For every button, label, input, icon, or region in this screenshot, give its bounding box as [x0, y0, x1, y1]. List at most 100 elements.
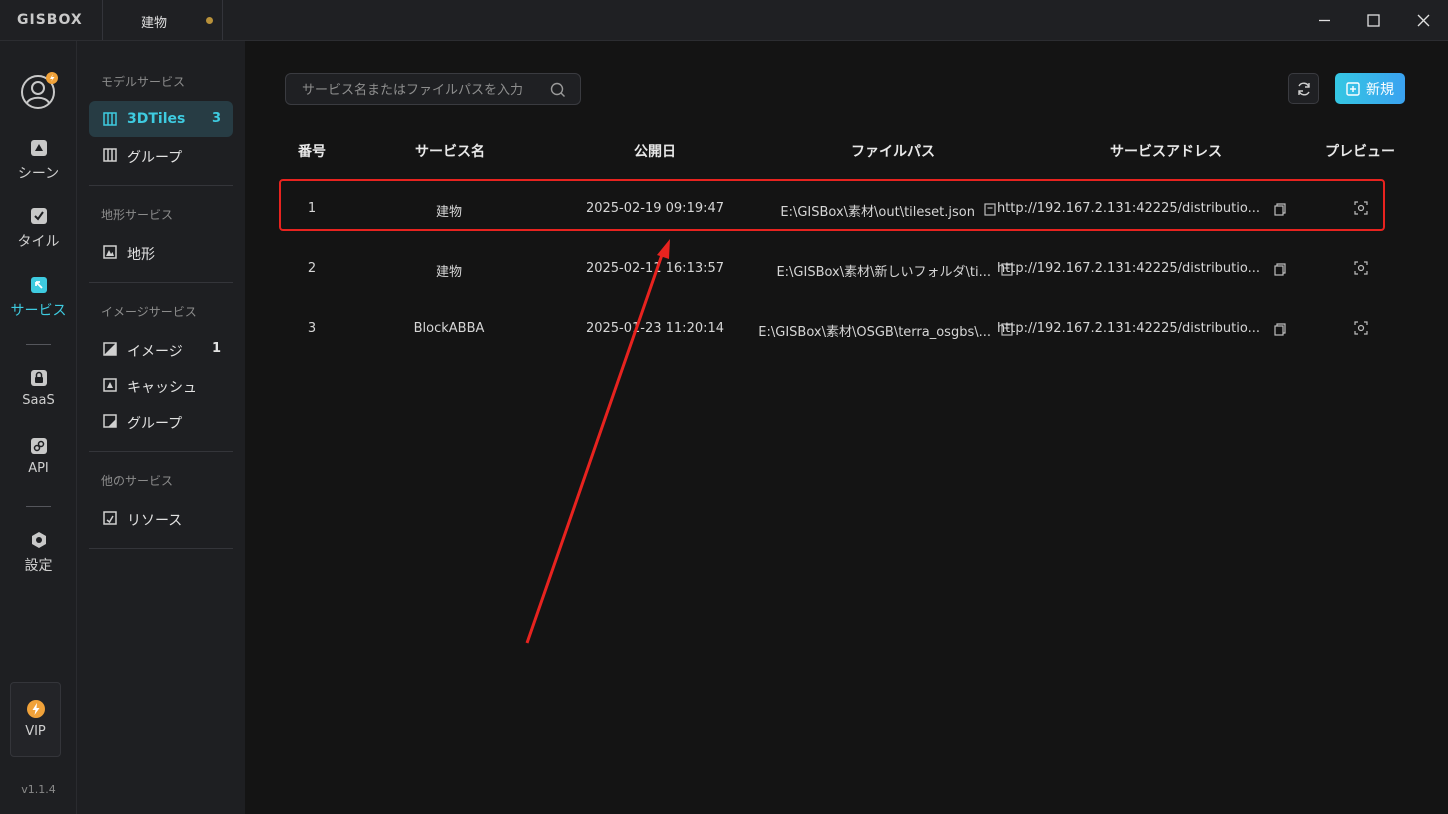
sidebar-item-model-group[interactable]: グループ [89, 137, 233, 173]
refresh-icon [1297, 82, 1310, 95]
maximize-icon [1366, 13, 1380, 27]
copy-address-icon[interactable] [1274, 323, 1286, 336]
image-icon [103, 342, 117, 356]
minimize-icon [1318, 19, 1330, 21]
user-icon [21, 72, 58, 109]
3dtiles-icon [103, 112, 117, 126]
row-service-name: BlockABBA [413, 321, 485, 336]
vip-label: VIP [25, 724, 46, 739]
column-header-file-path: ファイルパス [851, 144, 935, 160]
main-panel: 新規 番号 サービス名 公開日 ファイルパス サービスアドレス プレビュー 1 … [245, 41, 1448, 814]
row-file-path: E:\GISBox\素材\OSGB\terra_osgbs\... [758, 325, 991, 340]
copy-address-icon[interactable] [1274, 203, 1286, 216]
sidebar-item-image-group[interactable]: グループ [89, 403, 233, 439]
settings-icon [31, 532, 46, 548]
sidebar-item-3dtiles[interactable]: 3DTiles 3 [89, 101, 233, 137]
add-icon [1346, 81, 1360, 96]
sidebar-item-label: イメージ [127, 344, 183, 360]
rail-item-settings[interactable]: 設定 [0, 531, 77, 591]
sidebar-divider [89, 548, 233, 549]
tile-icon [30, 208, 47, 224]
copy-address-icon[interactable] [1274, 263, 1286, 276]
sidebar-item-image[interactable]: イメージ 1 [89, 331, 233, 367]
preview-icon[interactable] [1354, 321, 1368, 335]
section-title-other: 他のサービス [101, 474, 174, 488]
row-file-path: E:\GISBox\素材\新しいフォルダ\ti... [776, 265, 991, 280]
rail-item-label: シーン [17, 166, 60, 182]
rail-item-label: 設定 [24, 558, 53, 574]
column-header-number: 番号 [298, 144, 326, 160]
document-tab-label: 建物 [141, 16, 168, 31]
item-count-badge: 3 [211, 111, 221, 126]
section-title-image: イメージサービス [101, 305, 197, 319]
search-icon[interactable] [550, 82, 566, 98]
section-title-model: モデルサービス [101, 75, 186, 89]
row-service-address: http://192.167.2.131:42225/distributio..… [996, 261, 1260, 276]
close-button[interactable] [1408, 6, 1438, 34]
rail-item-tile[interactable]: タイル [0, 207, 77, 267]
search-box [285, 73, 581, 105]
rail-item-api[interactable]: API [0, 437, 77, 497]
table-row[interactable]: 3 BlockABBA 2025-01-23 11:20:14 E:\GISBo… [281, 305, 1381, 353]
column-header-service-address: サービスアドレス [1110, 144, 1222, 160]
sidebar-item-label: グループ [127, 150, 183, 166]
sidebar-item-label: 3DTiles [127, 111, 186, 127]
refresh-button[interactable] [1288, 73, 1319, 104]
icon-rail: シーン タイル サービス SaaS API 設定 VIP v1.1.4 [0, 41, 77, 814]
sidebar-divider [89, 282, 233, 283]
preview-icon[interactable] [1354, 201, 1368, 215]
document-tab[interactable]: 建物 [103, 0, 223, 40]
sidebar-divider [89, 451, 233, 452]
rail-item-saas[interactable]: SaaS [0, 369, 77, 429]
row-number: 1 [307, 201, 317, 216]
title-bar: GISBOX 建物 [0, 0, 1448, 41]
sidebar-divider [89, 185, 233, 186]
section-title-terrain: 地形サービス [101, 208, 174, 222]
rail-divider [26, 506, 51, 507]
scene-icon [30, 140, 47, 156]
cache-icon [103, 378, 117, 392]
row-file-path: E:\GISBox\素材\out\tileset.json [780, 205, 975, 220]
row-service-name: 建物 [435, 205, 463, 220]
user-avatar[interactable] [19, 71, 59, 111]
rail-item-scene[interactable]: シーン [0, 139, 77, 199]
app-logo: GISBOX [17, 12, 83, 28]
copy-path-icon[interactable] [984, 203, 996, 216]
row-service-address: http://192.167.2.131:42225/distributio..… [996, 321, 1260, 336]
api-icon [30, 438, 47, 454]
sidebar-item-resource[interactable]: リソース [89, 500, 233, 536]
unsaved-dot-icon [206, 17, 213, 24]
rail-item-label: タイル [17, 234, 60, 250]
service-sidebar: モデルサービス 3DTiles 3 グループ 地形サービス 地形 イメージサービ… [77, 41, 245, 814]
sidebar-item-terrain[interactable]: 地形 [89, 234, 233, 270]
row-publish-date: 2025-01-23 11:20:14 [585, 321, 725, 336]
table-row[interactable]: 2 建物 2025-02-11 16:13:57 E:\GISBox\素材\新し… [281, 245, 1381, 293]
sidebar-item-label: キャッシュ [127, 380, 197, 396]
close-icon [1417, 14, 1429, 26]
rail-item-label: API [28, 461, 49, 476]
search-input[interactable] [302, 80, 542, 100]
maximize-button[interactable] [1358, 6, 1388, 34]
row-publish-date: 2025-02-11 16:13:57 [585, 261, 725, 276]
preview-icon[interactable] [1354, 261, 1368, 275]
row-publish-date: 2025-02-19 09:19:47 [585, 201, 725, 216]
table-row[interactable]: 1 建物 2025-02-19 09:19:47 E:\GISBox\素材\ou… [281, 185, 1381, 233]
vip-button[interactable]: VIP [10, 682, 61, 757]
resource-icon [103, 511, 117, 525]
column-header-publish-date: 公開日 [634, 144, 676, 160]
version-label: v1.1.4 [21, 783, 56, 796]
row-number: 3 [307, 321, 317, 336]
minimize-button[interactable] [1309, 6, 1339, 34]
sidebar-item-label: グループ [127, 416, 183, 432]
service-icon [30, 277, 47, 293]
item-count-badge: 1 [211, 341, 221, 356]
row-service-name: 建物 [435, 265, 463, 280]
rail-item-label: SaaS [22, 393, 55, 408]
new-service-button[interactable]: 新規 [1335, 73, 1405, 104]
group-icon [103, 414, 117, 428]
rail-item-service[interactable]: サービス [0, 276, 77, 336]
rail-divider [26, 344, 51, 345]
sidebar-item-cache[interactable]: キャッシュ [89, 367, 233, 403]
lightning-icon [26, 700, 45, 718]
new-button-label: 新規 [1366, 81, 1394, 98]
